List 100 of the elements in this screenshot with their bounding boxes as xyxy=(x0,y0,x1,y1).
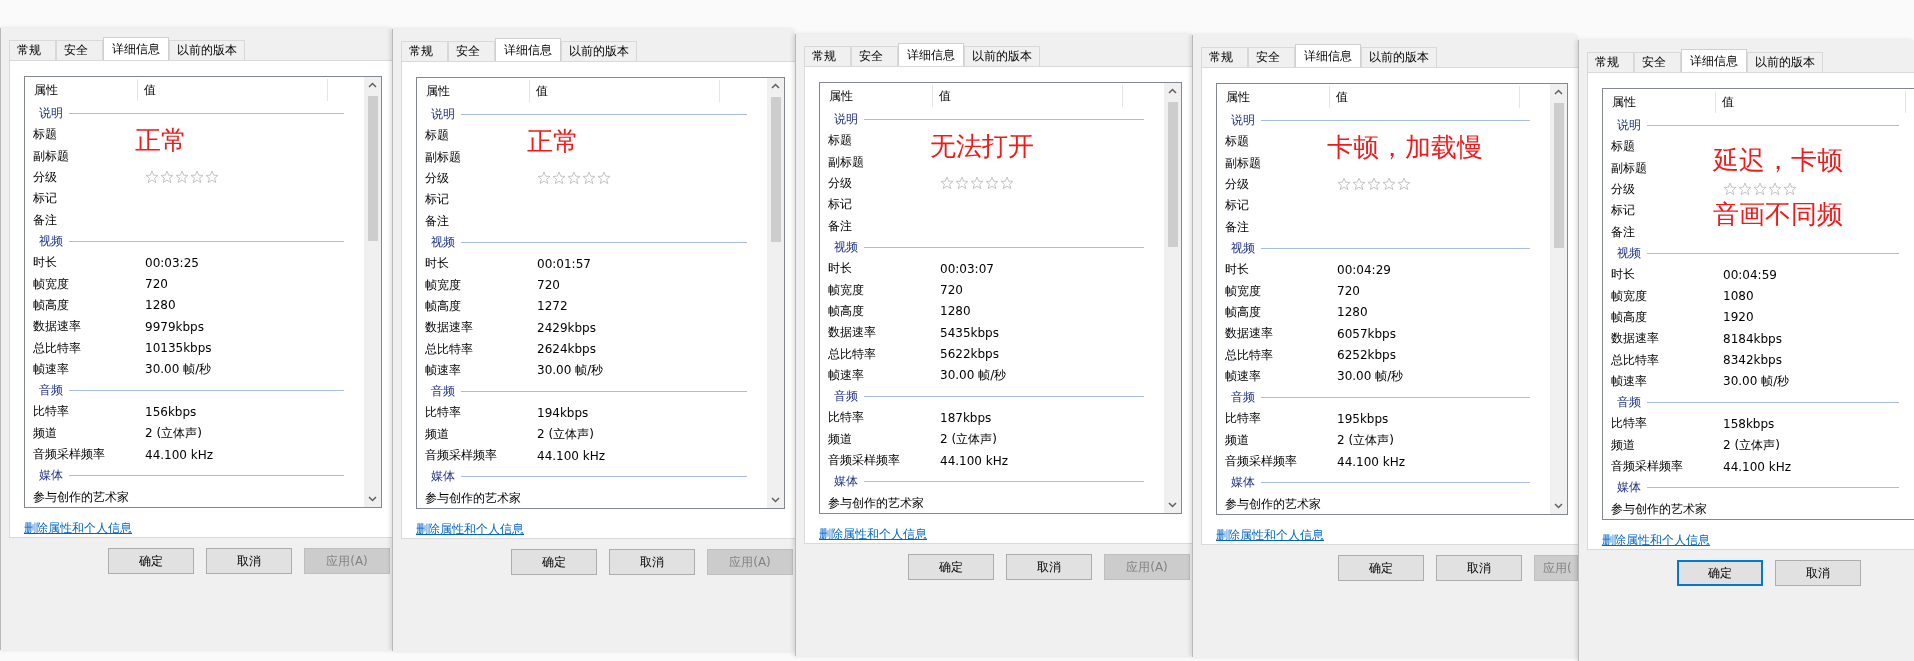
column-header[interactable]: 属性 xyxy=(1225,86,1330,108)
remove-properties-link[interactable]: 删除属性和个人信息 xyxy=(1602,532,1710,549)
tab[interactable]: 常规 xyxy=(401,41,448,61)
property-value: 00:03:07 xyxy=(940,261,994,276)
property-name: 帧速率 xyxy=(425,362,462,380)
tab[interactable]: 常规 xyxy=(1587,52,1634,72)
column-header[interactable]: 属性 xyxy=(425,80,530,102)
scrollbar-thumb[interactable] xyxy=(770,97,781,242)
column-header[interactable]: 值 xyxy=(138,79,328,101)
dialog-button[interactable]: 确定 xyxy=(1338,555,1424,581)
star-icon xyxy=(160,170,174,185)
remove-properties-link[interactable]: 删除属性和个人信息 xyxy=(1216,527,1324,544)
tab[interactable]: 安全 xyxy=(56,40,103,60)
star-rating[interactable] xyxy=(537,171,611,186)
property-name: 标题 xyxy=(1611,138,1636,156)
star-icon xyxy=(1367,177,1381,192)
property-name: 时长 xyxy=(828,260,853,278)
dialog-button[interactable]: 取消 xyxy=(1775,560,1861,586)
column-header[interactable]: 属性 xyxy=(828,85,933,107)
tab[interactable]: 安全 xyxy=(851,46,898,66)
property-value: 9979kbps xyxy=(145,319,204,334)
tab[interactable]: 详细信息 xyxy=(103,37,169,60)
column-header[interactable]: 属性 xyxy=(1611,91,1716,113)
scrollbar[interactable] xyxy=(1550,84,1567,514)
property-name: 备注 xyxy=(33,211,58,229)
section-title: 说明 xyxy=(1617,117,1641,134)
property-name: 标记 xyxy=(1611,202,1636,220)
property-name: 时长 xyxy=(33,254,58,272)
star-icon xyxy=(145,170,159,185)
property-name: 音频采样频率 xyxy=(828,452,901,470)
remove-properties-link[interactable]: 删除属性和个人信息 xyxy=(416,521,524,538)
dialog-button[interactable]: 取消 xyxy=(609,549,695,575)
property-value: 2 (立体声) xyxy=(537,425,594,443)
star-icon xyxy=(970,176,984,191)
dialog-button[interactable]: 确定 xyxy=(1677,560,1763,586)
scrollbar-thumb[interactable] xyxy=(1167,102,1178,247)
tab[interactable]: 安全 xyxy=(1634,52,1681,72)
property-value: 00:04:59 xyxy=(1723,267,1777,282)
star-rating[interactable] xyxy=(940,176,1014,191)
scrollbar[interactable] xyxy=(1164,83,1181,513)
property-name: 比特率 xyxy=(828,409,865,427)
property-name: 标题 xyxy=(828,132,853,150)
property-name: 副标题 xyxy=(1225,154,1262,172)
column-header[interactable]: 值 xyxy=(1330,86,1520,108)
remove-properties-link[interactable]: 删除属性和个人信息 xyxy=(819,526,927,543)
tab[interactable]: 详细信息 xyxy=(1295,44,1361,67)
property-name: 帧宽度 xyxy=(828,281,865,299)
tab[interactable]: 详细信息 xyxy=(1681,49,1747,72)
tab[interactable]: 常规 xyxy=(804,46,851,66)
dialog-button[interactable]: 确定 xyxy=(108,548,194,574)
property-name: 时长 xyxy=(425,255,450,273)
scrollbar[interactable] xyxy=(767,78,784,508)
property-value: 2 (立体声) xyxy=(1723,436,1780,454)
tab[interactable]: 以前的版本 xyxy=(561,41,637,61)
tab[interactable]: 安全 xyxy=(448,41,495,61)
property-name: 备注 xyxy=(1225,218,1250,236)
column-header[interactable]: 值 xyxy=(1716,91,1906,113)
dialog-button[interactable]: 确定 xyxy=(511,549,597,575)
tab[interactable]: 安全 xyxy=(1248,47,1295,67)
tab[interactable]: 详细信息 xyxy=(495,38,561,61)
property-name: 副标题 xyxy=(425,148,462,166)
dialog-button[interactable]: 取消 xyxy=(1436,555,1522,581)
property-name: 帧宽度 xyxy=(425,276,462,294)
property-value: 1272 xyxy=(537,299,568,314)
tab[interactable]: 常规 xyxy=(1201,47,1248,67)
tab[interactable]: 以前的版本 xyxy=(1747,52,1823,72)
property-value: 30.00 帧/秒 xyxy=(1723,373,1790,391)
star-icon xyxy=(537,171,551,186)
dialog-button[interactable]: 取消 xyxy=(1006,554,1092,580)
star-icon xyxy=(940,176,954,191)
star-rating[interactable] xyxy=(1337,177,1411,192)
star-rating[interactable] xyxy=(145,170,219,185)
star-rating[interactable] xyxy=(1723,182,1797,197)
tab[interactable]: 详细信息 xyxy=(898,43,964,66)
remove-properties-link[interactable]: 删除属性和个人信息 xyxy=(24,520,132,537)
scrollbar[interactable] xyxy=(364,77,381,507)
dialog-button[interactable]: 确定 xyxy=(908,554,994,580)
tab[interactable]: 常规 xyxy=(9,40,56,60)
property-name: 分级 xyxy=(828,174,853,192)
column-header[interactable]: 属性 xyxy=(33,79,138,101)
property-value: 6057kbps xyxy=(1337,326,1396,341)
property-name: 帧速率 xyxy=(1225,368,1262,386)
star-icon xyxy=(1397,177,1411,192)
tab[interactable]: 以前的版本 xyxy=(964,46,1040,66)
column-header[interactable]: 值 xyxy=(530,80,720,102)
annotation: 延迟，卡顿 xyxy=(1713,145,1843,175)
property-value: 6252kbps xyxy=(1337,348,1396,363)
property-value: 1920 xyxy=(1723,310,1754,325)
dialog-button[interactable]: 取消 xyxy=(206,548,292,574)
property-value: 5622kbps xyxy=(940,347,999,362)
property-value: 1280 xyxy=(145,298,176,313)
property-name: 帧速率 xyxy=(828,367,865,385)
tab[interactable]: 以前的版本 xyxy=(1361,47,1437,67)
star-icon xyxy=(1337,177,1351,192)
tab[interactable]: 以前的版本 xyxy=(169,40,245,60)
section-title: 音频 xyxy=(834,388,858,406)
scrollbar-thumb[interactable] xyxy=(367,96,378,241)
scrollbar-thumb[interactable] xyxy=(1553,103,1564,248)
column-header[interactable]: 值 xyxy=(933,85,1123,107)
property-name: 总比特率 xyxy=(1225,346,1274,364)
